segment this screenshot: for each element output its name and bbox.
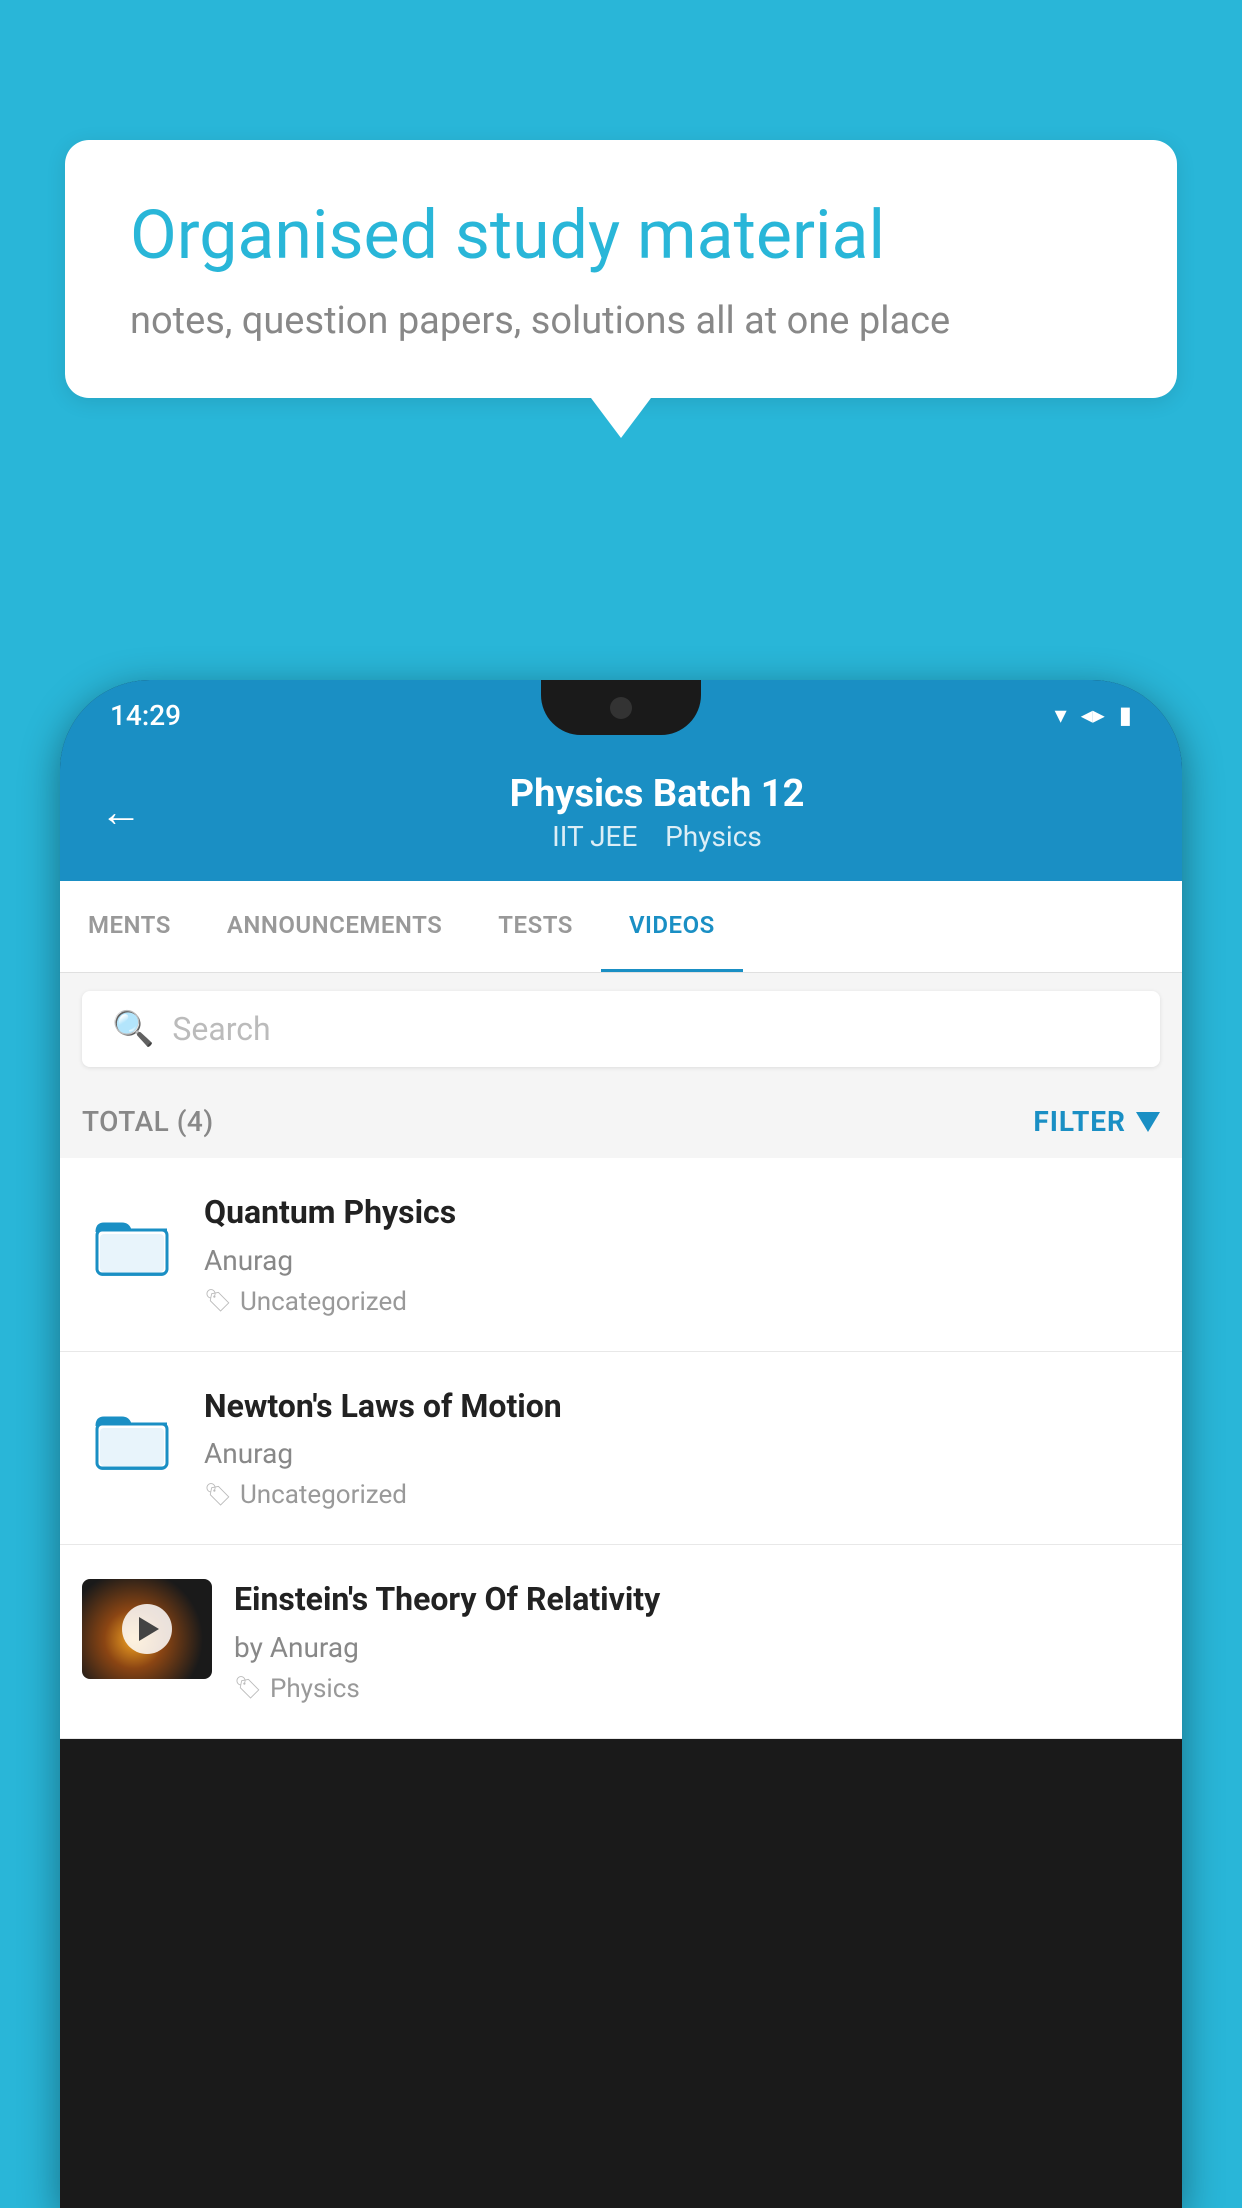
speech-bubble-section: Organised study material notes, question… [65,140,1177,438]
tag-label: Physics [270,1674,360,1704]
filter-icon [1136,1112,1160,1132]
battery-icon: ▮ [1119,701,1132,729]
video-author: by Anurag [234,1631,1160,1664]
video-tag: 🏷 Uncategorized [204,1480,1160,1510]
filter-button[interactable]: FILTER [1033,1105,1160,1138]
video-author: Anurag [204,1244,1160,1277]
phone-frame: 14:29 ▾ ◂▸ ▮ ← Physics Batch 12 IIT JEE … [60,680,1182,2208]
bubble-title: Organised study material [130,195,1112,277]
wifi-icon: ▾ [1055,701,1067,729]
list-item[interactable]: Quantum Physics Anurag 🏷 Uncategorized [60,1158,1182,1352]
app-header: ← Physics Batch 12 IIT JEE Physics [60,750,1182,881]
video-info: Quantum Physics Anurag 🏷 Uncategorized [204,1192,1160,1317]
folder-icon [92,1202,172,1282]
bubble-arrow [591,398,651,438]
video-list: Quantum Physics Anurag 🏷 Uncategorized [60,1158,1182,1739]
search-placeholder[interactable]: Search [172,1010,270,1048]
header-title-block: Physics Batch 12 IIT JEE Physics [172,772,1142,853]
video-info: Einstein's Theory Of Relativity by Anura… [234,1579,1160,1704]
signal-icon: ◂▸ [1081,701,1105,729]
search-icon: 🔍 [112,1009,154,1049]
filter-label: FILTER [1033,1105,1126,1138]
bubble-subtitle: notes, question papers, solutions all at… [130,299,1112,343]
tag-label: Uncategorized [240,1287,407,1317]
total-count: TOTAL (4) [82,1105,214,1138]
tab-tests[interactable]: TESTS [470,881,601,972]
back-button[interactable]: ← [100,788,142,837]
folder-icon [92,1396,172,1476]
video-info: Newton's Laws of Motion Anurag 🏷 Uncateg… [204,1386,1160,1511]
subtitle-physics: Physics [665,820,762,853]
tab-ments[interactable]: MENTS [60,881,199,972]
tag-icon: 🏷 [234,1676,262,1701]
play-button[interactable] [122,1604,172,1654]
search-bar[interactable]: 🔍 Search [82,991,1160,1067]
video-tag: 🏷 Uncategorized [204,1287,1160,1317]
video-title: Quantum Physics [204,1192,1160,1234]
tag-label: Uncategorized [240,1480,407,1510]
video-title: Einstein's Theory Of Relativity [234,1579,1160,1621]
search-bar-container: 🔍 Search [60,973,1182,1085]
tab-bar: MENTS ANNOUNCEMENTS TESTS VIDEOS [60,881,1182,973]
video-tag: 🏷 Physics [234,1674,1160,1704]
play-icon [139,1617,159,1641]
video-title: Newton's Laws of Motion [204,1386,1160,1428]
notch [541,680,701,735]
speech-bubble-card: Organised study material notes, question… [65,140,1177,398]
tag-icon: 🏷 [204,1483,232,1508]
tab-videos[interactable]: VIDEOS [601,881,743,972]
list-item[interactable]: Newton's Laws of Motion Anurag 🏷 Uncateg… [60,1352,1182,1546]
folder-icon-wrap [82,1386,182,1486]
camera-dot [610,697,632,719]
tab-announcements[interactable]: ANNOUNCEMENTS [199,881,470,972]
video-thumbnail [82,1579,212,1679]
folder-icon-wrap [82,1192,182,1292]
status-icons: ▾ ◂▸ ▮ [1055,701,1132,729]
subtitle-iitjee: IIT JEE [552,820,637,853]
status-time: 14:29 [110,699,181,732]
batch-subtitle: IIT JEE Physics [172,820,1142,853]
filter-bar: TOTAL (4) FILTER [60,1085,1182,1158]
batch-title: Physics Batch 12 [172,772,1142,816]
list-item[interactable]: Einstein's Theory Of Relativity by Anura… [60,1545,1182,1739]
tag-icon: 🏷 [204,1289,232,1314]
status-bar: 14:29 ▾ ◂▸ ▮ [60,680,1182,750]
video-author: Anurag [204,1437,1160,1470]
